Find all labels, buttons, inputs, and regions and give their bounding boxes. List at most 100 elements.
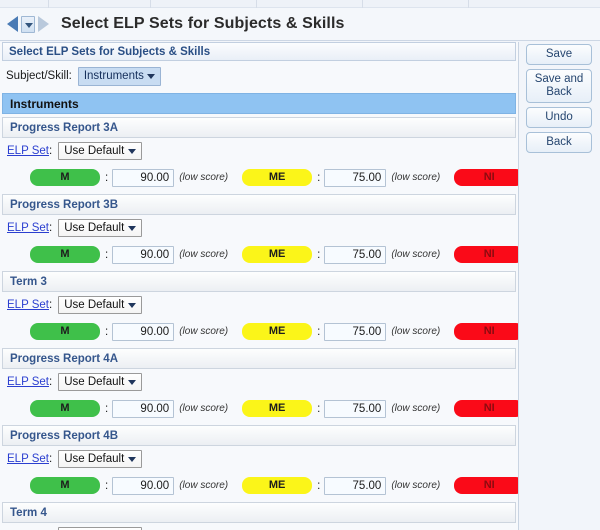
elp-set-select[interactable]: Use Default: [58, 373, 143, 391]
forward-triangle-icon[interactable]: [38, 16, 49, 32]
score-group: M:90.00 (low score): [30, 245, 242, 264]
save-button[interactable]: Save: [526, 44, 592, 65]
score-separator: :: [317, 479, 321, 492]
score-group: ME:75.00 (low score): [242, 322, 454, 341]
chevron-down-icon[interactable]: [21, 15, 35, 33]
score-badge: ME: [242, 323, 313, 340]
elp-set-select[interactable]: Use Default: [58, 219, 143, 237]
low-score-note: (low score): [391, 326, 441, 337]
elp-set-value: Use Default: [64, 453, 125, 465]
elp-set-row: ELP Set:Use Default: [0, 523, 518, 530]
score-group: ME:75.00 (low score): [242, 168, 454, 187]
period-header: Progress Report 4B: [2, 425, 516, 446]
elp-set-colon: :: [49, 299, 53, 311]
period-header-label: Term 4: [10, 506, 47, 519]
score-badge: NI: [454, 169, 518, 186]
score-input[interactable]: 75.00: [324, 399, 387, 418]
score-group: ME:75.00 (low score): [242, 245, 454, 264]
sections-list: Progress Report 3A ELP Set: Use Default M:9…: [0, 117, 518, 530]
score-badge: NI: [454, 323, 518, 340]
score-input[interactable]: 75.00: [324, 476, 387, 495]
section-block: Progress Report 3B ELP Set: Use Default M:9…: [0, 194, 518, 268]
score-input[interactable]: 90.00: [112, 476, 175, 495]
application-window: Select ELP Sets for Subjects & Skills Se…: [0, 0, 600, 530]
low-score-note: (low score): [179, 403, 229, 414]
score-group: M:90.00 (low score): [30, 476, 242, 495]
elp-set-colon: :: [49, 222, 53, 234]
window-top-strip: [0, 0, 600, 8]
section-subheader: Select ELP Sets for Subjects & Skills: [2, 42, 516, 61]
elp-set-colon: :: [49, 145, 53, 157]
score-input[interactable]: 75.00: [324, 168, 387, 187]
elp-set-value: Use Default: [64, 145, 125, 157]
low-score-note: (low score): [391, 172, 441, 183]
subject-skill-select[interactable]: Instruments: [77, 66, 161, 86]
section-block: Progress Report 3A ELP Set: Use Default M:9…: [0, 117, 518, 191]
chevron-down-icon: [128, 457, 137, 462]
score-group: NI:0.00(low score): [454, 323, 518, 341]
elp-set-select[interactable]: Use Default: [58, 142, 143, 160]
score-badge: M: [30, 477, 100, 494]
period-header: Progress Report 4A: [2, 348, 516, 369]
content-panel: Select ELP Sets for Subjects & Skills Su…: [0, 42, 519, 530]
score-badge: ME: [242, 246, 313, 263]
elp-set-select[interactable]: Use Default: [58, 296, 143, 314]
score-input[interactable]: 90.00: [112, 245, 175, 264]
score-group: NI:0.00(low score): [454, 477, 518, 495]
score-separator: :: [317, 402, 321, 415]
subheader-label: Select ELP Sets for Subjects & Skills: [9, 45, 211, 58]
score-badge: M: [30, 169, 100, 186]
score-row: M:90.00(low score)ME:75.00(low score)NI:…: [0, 318, 518, 345]
chevron-down-icon: [128, 226, 137, 231]
elp-set-value: Use Default: [64, 376, 125, 388]
score-group: M:90.00 (low score): [30, 322, 242, 341]
period-header-label: Progress Report 4B: [10, 429, 119, 442]
score-group: NI:0.00(low score): [454, 400, 518, 418]
score-input[interactable]: 90.00: [112, 399, 175, 418]
elp-set-link[interactable]: ELP Set: [7, 222, 49, 234]
score-row: M:90.00(low score)ME:75.00(low score)NI:…: [0, 164, 518, 191]
score-group: NI:0.00(low score): [454, 246, 518, 264]
score-input[interactable]: 90.00: [112, 168, 175, 187]
period-header-label: Progress Report 3B: [10, 198, 119, 211]
score-badge: M: [30, 323, 100, 340]
chevron-down-icon: [128, 303, 137, 308]
undo-button[interactable]: Undo: [526, 107, 592, 128]
score-group: NI:0.00(low score): [454, 169, 518, 187]
action-buttons: Save Save and Back Undo Back: [520, 42, 600, 153]
elp-set-link[interactable]: ELP Set: [7, 299, 49, 311]
score-group: ME:75.00 (low score): [242, 476, 454, 495]
score-input[interactable]: 75.00: [324, 245, 387, 264]
low-score-note: (low score): [391, 480, 441, 491]
score-separator: :: [105, 171, 109, 184]
page-title: Select ELP Sets for Subjects & Skills: [61, 15, 345, 32]
navigation-controls: [7, 15, 49, 33]
score-group: M:90.00 (low score): [30, 168, 242, 187]
back-button[interactable]: Back: [526, 132, 592, 153]
elp-set-row: ELP Set: Use Default: [0, 215, 518, 241]
score-badge: M: [30, 246, 100, 263]
back-triangle-icon[interactable]: [7, 16, 18, 32]
score-separator: :: [317, 325, 321, 338]
score-input[interactable]: 90.00: [112, 322, 175, 341]
period-header: Progress Report 3B: [2, 194, 516, 215]
elp-set-row: ELP Set: Use Default: [0, 138, 518, 164]
elp-set-link[interactable]: ELP Set: [7, 376, 49, 388]
chevron-down-icon: [128, 149, 137, 154]
score-input[interactable]: 75.00: [324, 322, 387, 341]
group-header: Instruments: [2, 93, 516, 114]
score-separator: :: [105, 402, 109, 415]
elp-set-colon: :: [49, 453, 53, 465]
save-and-back-button[interactable]: Save and Back: [526, 69, 592, 103]
elp-set-link[interactable]: ELP Set: [7, 145, 49, 157]
period-header-label: Term 3: [10, 275, 47, 288]
score-separator: :: [105, 479, 109, 492]
low-score-note: (low score): [179, 480, 229, 491]
score-badge: NI: [454, 246, 518, 263]
elp-set-row: ELP Set:Use Default: [0, 369, 518, 395]
score-separator: :: [105, 325, 109, 338]
score-separator: :: [317, 171, 321, 184]
elp-set-select[interactable]: Use Default: [58, 450, 143, 468]
elp-set-link[interactable]: ELP Set: [7, 453, 49, 465]
subject-skill-filter-row: Subject/Skill: Instruments: [0, 61, 518, 91]
